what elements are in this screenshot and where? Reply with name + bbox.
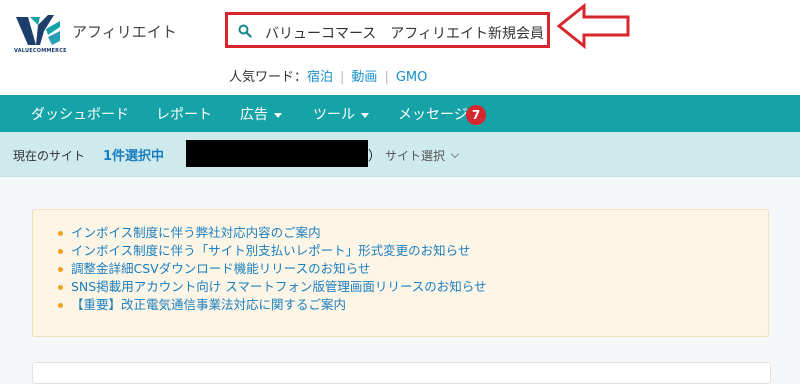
popular-keyword-link[interactable]: 動画: [351, 70, 377, 85]
bullet-icon: [58, 285, 63, 290]
bullet-icon: [58, 249, 63, 254]
search-icon[interactable]: [238, 24, 252, 38]
nav-ads-label: 広告: [240, 107, 268, 123]
notice-link[interactable]: SNS掲載用アカウント向け スマートフォン版管理画面リリースのお知らせ: [71, 279, 486, 294]
popular-label: 人気ワード：: [229, 70, 308, 85]
paren-close: ）: [368, 149, 382, 164]
notice-panel: インボイス制度に伴う弊社対応内容のご案内 インボイス制度に伴う「サイト別支払いレ…: [32, 209, 769, 337]
notice-item[interactable]: 【重要】改正電気通信事業法対応に関するご案内: [58, 296, 486, 314]
separator: |: [384, 70, 389, 85]
popular-keyword-link[interactable]: 宿泊: [307, 70, 333, 85]
header: VALUECOMMERCE アフィリエイト バリューコマース アフィリエイト新規…: [0, 0, 800, 95]
popular-words: 人気ワード：宿泊 | 動画 | GMO: [229, 66, 427, 85]
notice-item[interactable]: 調整金詳細CSVダウンロード機能リリースのお知らせ: [58, 260, 486, 278]
notice-link[interactable]: 調整金詳細CSVダウンロード機能リリースのお知らせ: [71, 261, 370, 276]
message-count-badge: 7: [466, 105, 486, 125]
content-card: [32, 362, 771, 384]
site-select-label: サイト選択: [385, 149, 446, 163]
popular-keyword-link[interactable]: GMO: [396, 70, 428, 85]
caret-down-icon: [274, 112, 282, 118]
site-bar: 現在のサイト 1件選択中 （ ） サイト選択: [0, 132, 800, 177]
chevron-down-icon: [450, 149, 460, 159]
main-nav: ダッシュボード レポート 広告 ツール メッセージ: [0, 95, 800, 132]
search-input[interactable]: バリューコマース アフィリエイト新規会員: [265, 23, 544, 43]
notice-item[interactable]: インボイス制度に伴う弊社対応内容のご案内: [58, 224, 486, 242]
nav-report[interactable]: レポート: [156, 104, 212, 124]
left-arrow-icon: [556, 3, 630, 49]
notice-list: インボイス制度に伴う弊社対応内容のご案内 インボイス制度に伴う「サイト別支払いレ…: [58, 224, 486, 314]
notice-link[interactable]: インボイス制度に伴う弊社対応内容のご案内: [71, 225, 321, 240]
nav-dashboard[interactable]: ダッシュボード: [31, 104, 129, 124]
bullet-icon: [58, 303, 63, 308]
logo-text: VALUECOMMERCE: [14, 48, 67, 54]
nav-tools[interactable]: ツール: [313, 104, 369, 124]
notice-link[interactable]: 【重要】改正電気通信事業法対応に関するご案内: [71, 297, 346, 312]
notice-link[interactable]: インボイス制度に伴う「サイト別支払いレポート」形式変更のお知らせ: [71, 243, 470, 258]
site-select-dropdown[interactable]: サイト選択: [385, 147, 460, 164]
nav-tools-label: ツール: [313, 107, 355, 123]
notice-item[interactable]: SNS掲載用アカウント向け スマートフォン版管理画面リリースのお知らせ: [58, 278, 486, 296]
redaction-block: [186, 140, 368, 167]
current-site-label: 現在のサイト: [13, 149, 86, 163]
bullet-icon: [58, 267, 63, 272]
search-box[interactable]: バリューコマース アフィリエイト新規会員: [225, 12, 550, 48]
caret-down-icon: [361, 112, 369, 118]
nav-messages[interactable]: メッセージ: [398, 104, 468, 124]
separator: |: [340, 70, 345, 85]
app-title: アフィリエイト: [72, 23, 177, 41]
nav-ads[interactable]: 広告: [240, 104, 282, 124]
notice-item[interactable]: インボイス制度に伴う「サイト別支払いレポート」形式変更のお知らせ: [58, 242, 486, 260]
bullet-icon: [58, 231, 63, 236]
selected-site-count: 1件選択中: [103, 149, 165, 164]
